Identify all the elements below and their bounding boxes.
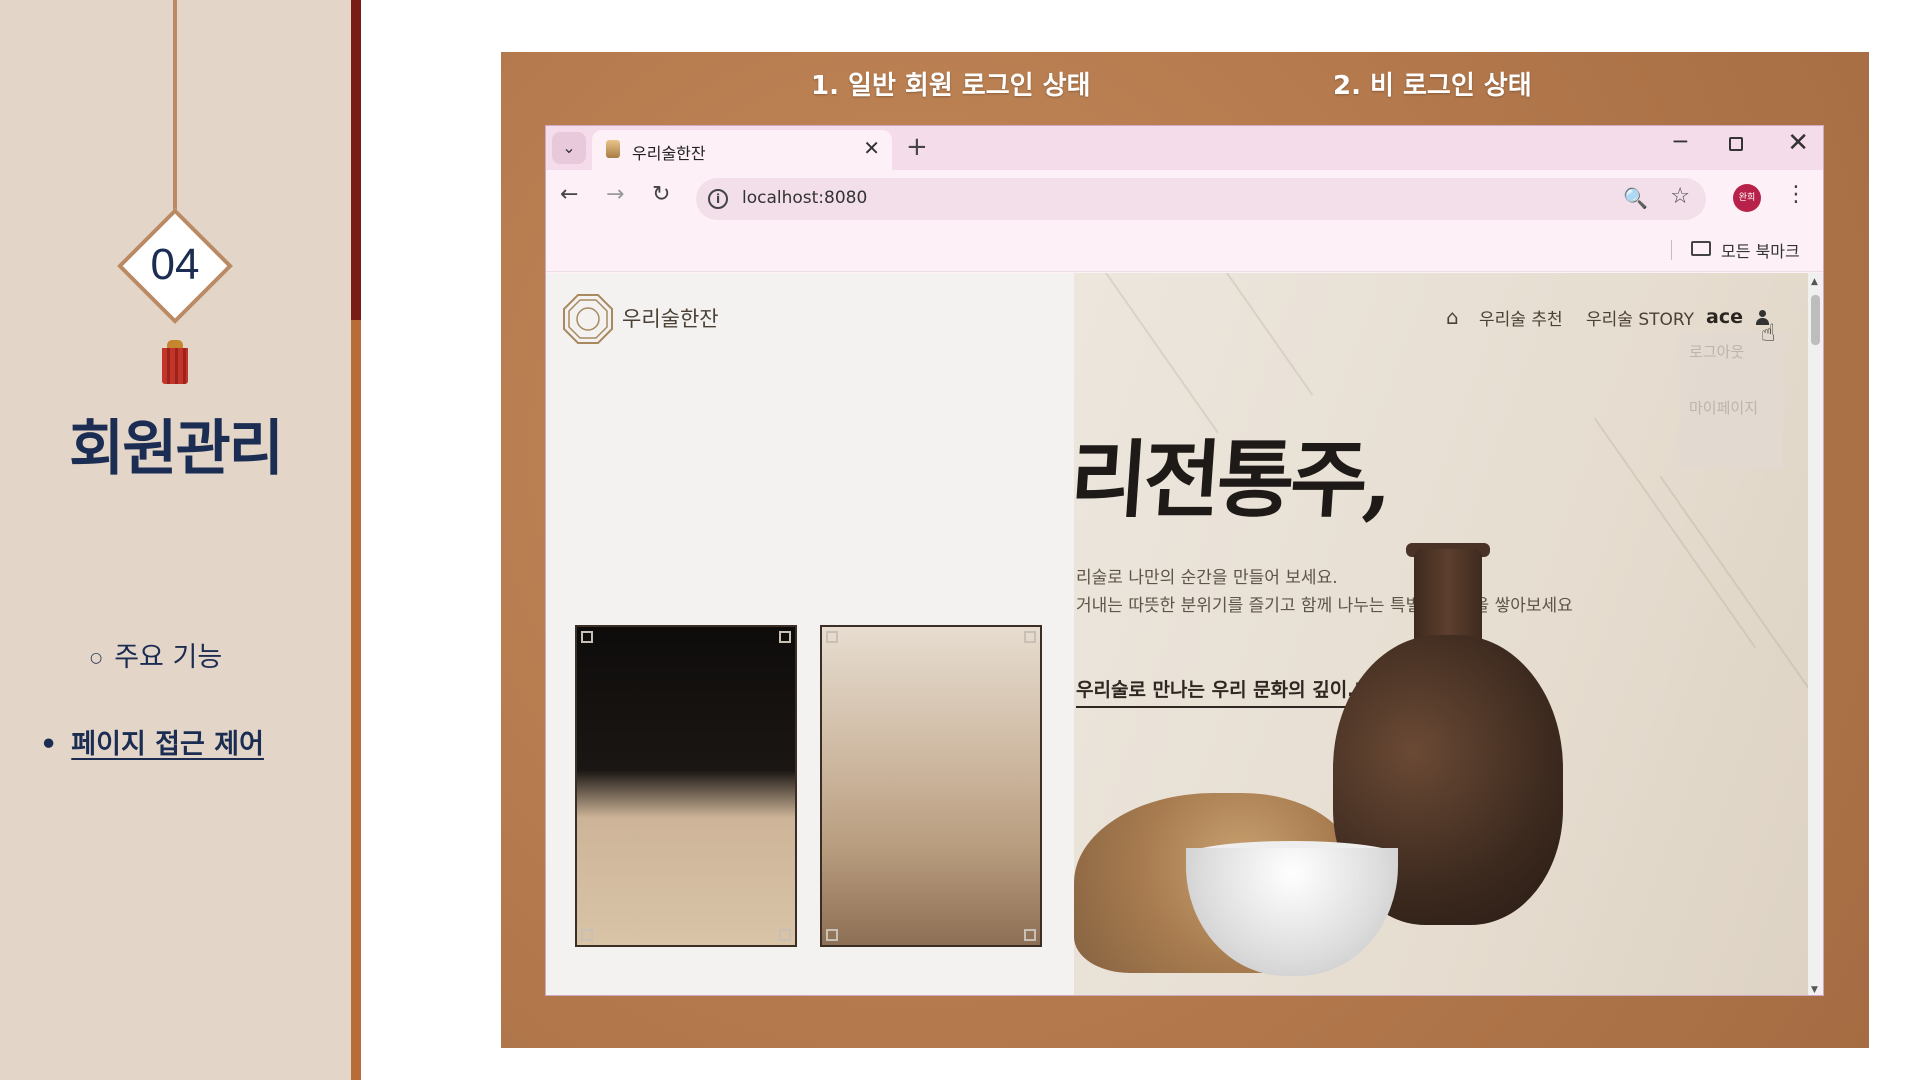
section-title: 회원관리	[69, 414, 284, 484]
site-logo-icon[interactable]	[560, 291, 616, 347]
caption-logged-out: 2. 비 로그인 상태	[1333, 71, 1532, 101]
kebab-icon[interactable]: ⋮	[1785, 182, 1807, 207]
back-icon[interactable]: ←	[560, 182, 578, 207]
photo-corner	[581, 631, 593, 643]
tab-active[interactable]: 우리술한잔 ✕	[592, 130, 892, 170]
site-name[interactable]: 우리술한잔	[622, 303, 719, 333]
address-bar[interactable]: i localhost:8080 🔍 ☆	[696, 178, 1706, 220]
all-bookmarks-button[interactable]: 모든 북마크	[1721, 238, 1800, 262]
scroll-up-icon[interactable]: ▲	[1811, 277, 1818, 287]
star-icon[interactable]: ☆	[1670, 184, 1690, 209]
nav-bar: ← → ↻ i localhost:8080 🔍 ☆ 완희 ⋮	[546, 170, 1823, 226]
mypage-menu-item[interactable]: 마이페이지	[1689, 397, 1758, 418]
menu-item-label: 주요 기능	[114, 642, 223, 673]
photo-corner	[826, 631, 838, 643]
photo-corner	[826, 929, 838, 941]
hero-quote: 우리술로 만나는 우리 문화의 깊이."	[1076, 675, 1365, 708]
maximize-icon[interactable]	[1729, 137, 1743, 151]
forward-icon[interactable]: →	[606, 182, 624, 207]
tab-title: 우리술한잔	[632, 144, 706, 163]
wheat-decoration	[1196, 273, 1314, 396]
hero-line-1: 리술로 나만의 순간을 만들어 보세요.	[1076, 568, 1338, 588]
zoom-icon[interactable]: 🔍	[1623, 186, 1648, 210]
minimize-icon[interactable]: ─	[1674, 130, 1687, 155]
photo-pouring-makgeolli	[820, 625, 1042, 947]
tab-close-icon[interactable]: ✕	[863, 136, 880, 160]
username-label: ace	[1706, 306, 1743, 328]
url-text: localhost:8080	[742, 188, 868, 208]
caption-logged-in: 1. 일반 회원 로그인 상태	[811, 71, 1091, 101]
hero-line-2: 거내는 따뜻한 분위기를 즐기고 함께 나누는 특별한 경험을 쌓아보세요	[1076, 596, 1573, 616]
left-panel: 04 회원관리 주요 기능 페이지 접근 제어	[0, 0, 351, 1080]
nav-story-link[interactable]: 우리술 STORY	[1586, 305, 1694, 330]
accent-bar-top	[351, 0, 361, 320]
scroll-thumb[interactable]	[1811, 295, 1820, 345]
wheat-decoration	[1659, 475, 1810, 691]
favicon-icon	[606, 140, 620, 158]
bookmark-separator	[1671, 240, 1672, 260]
photo-corner	[779, 631, 791, 643]
logout-menu-item[interactable]: 로그아웃	[1689, 341, 1744, 362]
page-scrollbar[interactable]: ▲ ▼	[1808, 273, 1823, 995]
photo-corner	[1024, 631, 1036, 643]
person-icon-head	[1759, 310, 1766, 317]
section-number: 04	[150, 240, 200, 289]
folder-icon[interactable]	[1691, 241, 1711, 256]
profile-avatar[interactable]: 완희	[1733, 184, 1761, 212]
tab-bar: ⌄ 우리술한잔 ✕ + ─ ✕	[546, 126, 1823, 170]
user-dropdown-menu: 로그아웃 마이페이지	[1679, 333, 1783, 468]
new-tab-button[interactable]: +	[906, 132, 928, 162]
web-page: 우리술한잔 ⌂ 우리술 추천 우리술 STORY ace 로그아웃 마이페이지 …	[546, 273, 1810, 995]
hero-title: 리전통주,	[1067, 430, 1393, 529]
tassel-decoration	[162, 348, 188, 384]
wheat-decoration	[1091, 273, 1219, 434]
photo-makgeolli-carafe	[575, 625, 797, 947]
reload-icon[interactable]: ↻	[652, 182, 670, 207]
photo-corner	[779, 929, 791, 941]
info-icon[interactable]: i	[708, 189, 728, 209]
menu-item-page-access-control[interactable]: 페이지 접근 제어	[40, 722, 264, 761]
hand-cursor-icon: ☝	[1761, 319, 1776, 347]
browser-window: ⌄ 우리술한잔 ✕ + ─ ✕ ← → ↻ i localhost:8080 🔍…	[545, 125, 1824, 996]
scroll-down-icon[interactable]: ▼	[1811, 985, 1818, 995]
hanging-string	[173, 0, 177, 212]
tab-menu-icon[interactable]: ⌄	[552, 132, 586, 164]
menu-item-label: 페이지 접근 제어	[71, 729, 264, 760]
close-icon[interactable]: ✕	[1787, 128, 1809, 158]
bookmarks-bar: 모든 북마크	[546, 226, 1823, 272]
menu-item-main-features[interactable]: 주요 기능	[90, 635, 222, 674]
home-icon[interactable]: ⌂	[1446, 305, 1459, 329]
photo-corner	[1024, 929, 1036, 941]
photo-corner	[581, 929, 593, 941]
nav-recommend-link[interactable]: 우리술 추천	[1479, 305, 1563, 330]
